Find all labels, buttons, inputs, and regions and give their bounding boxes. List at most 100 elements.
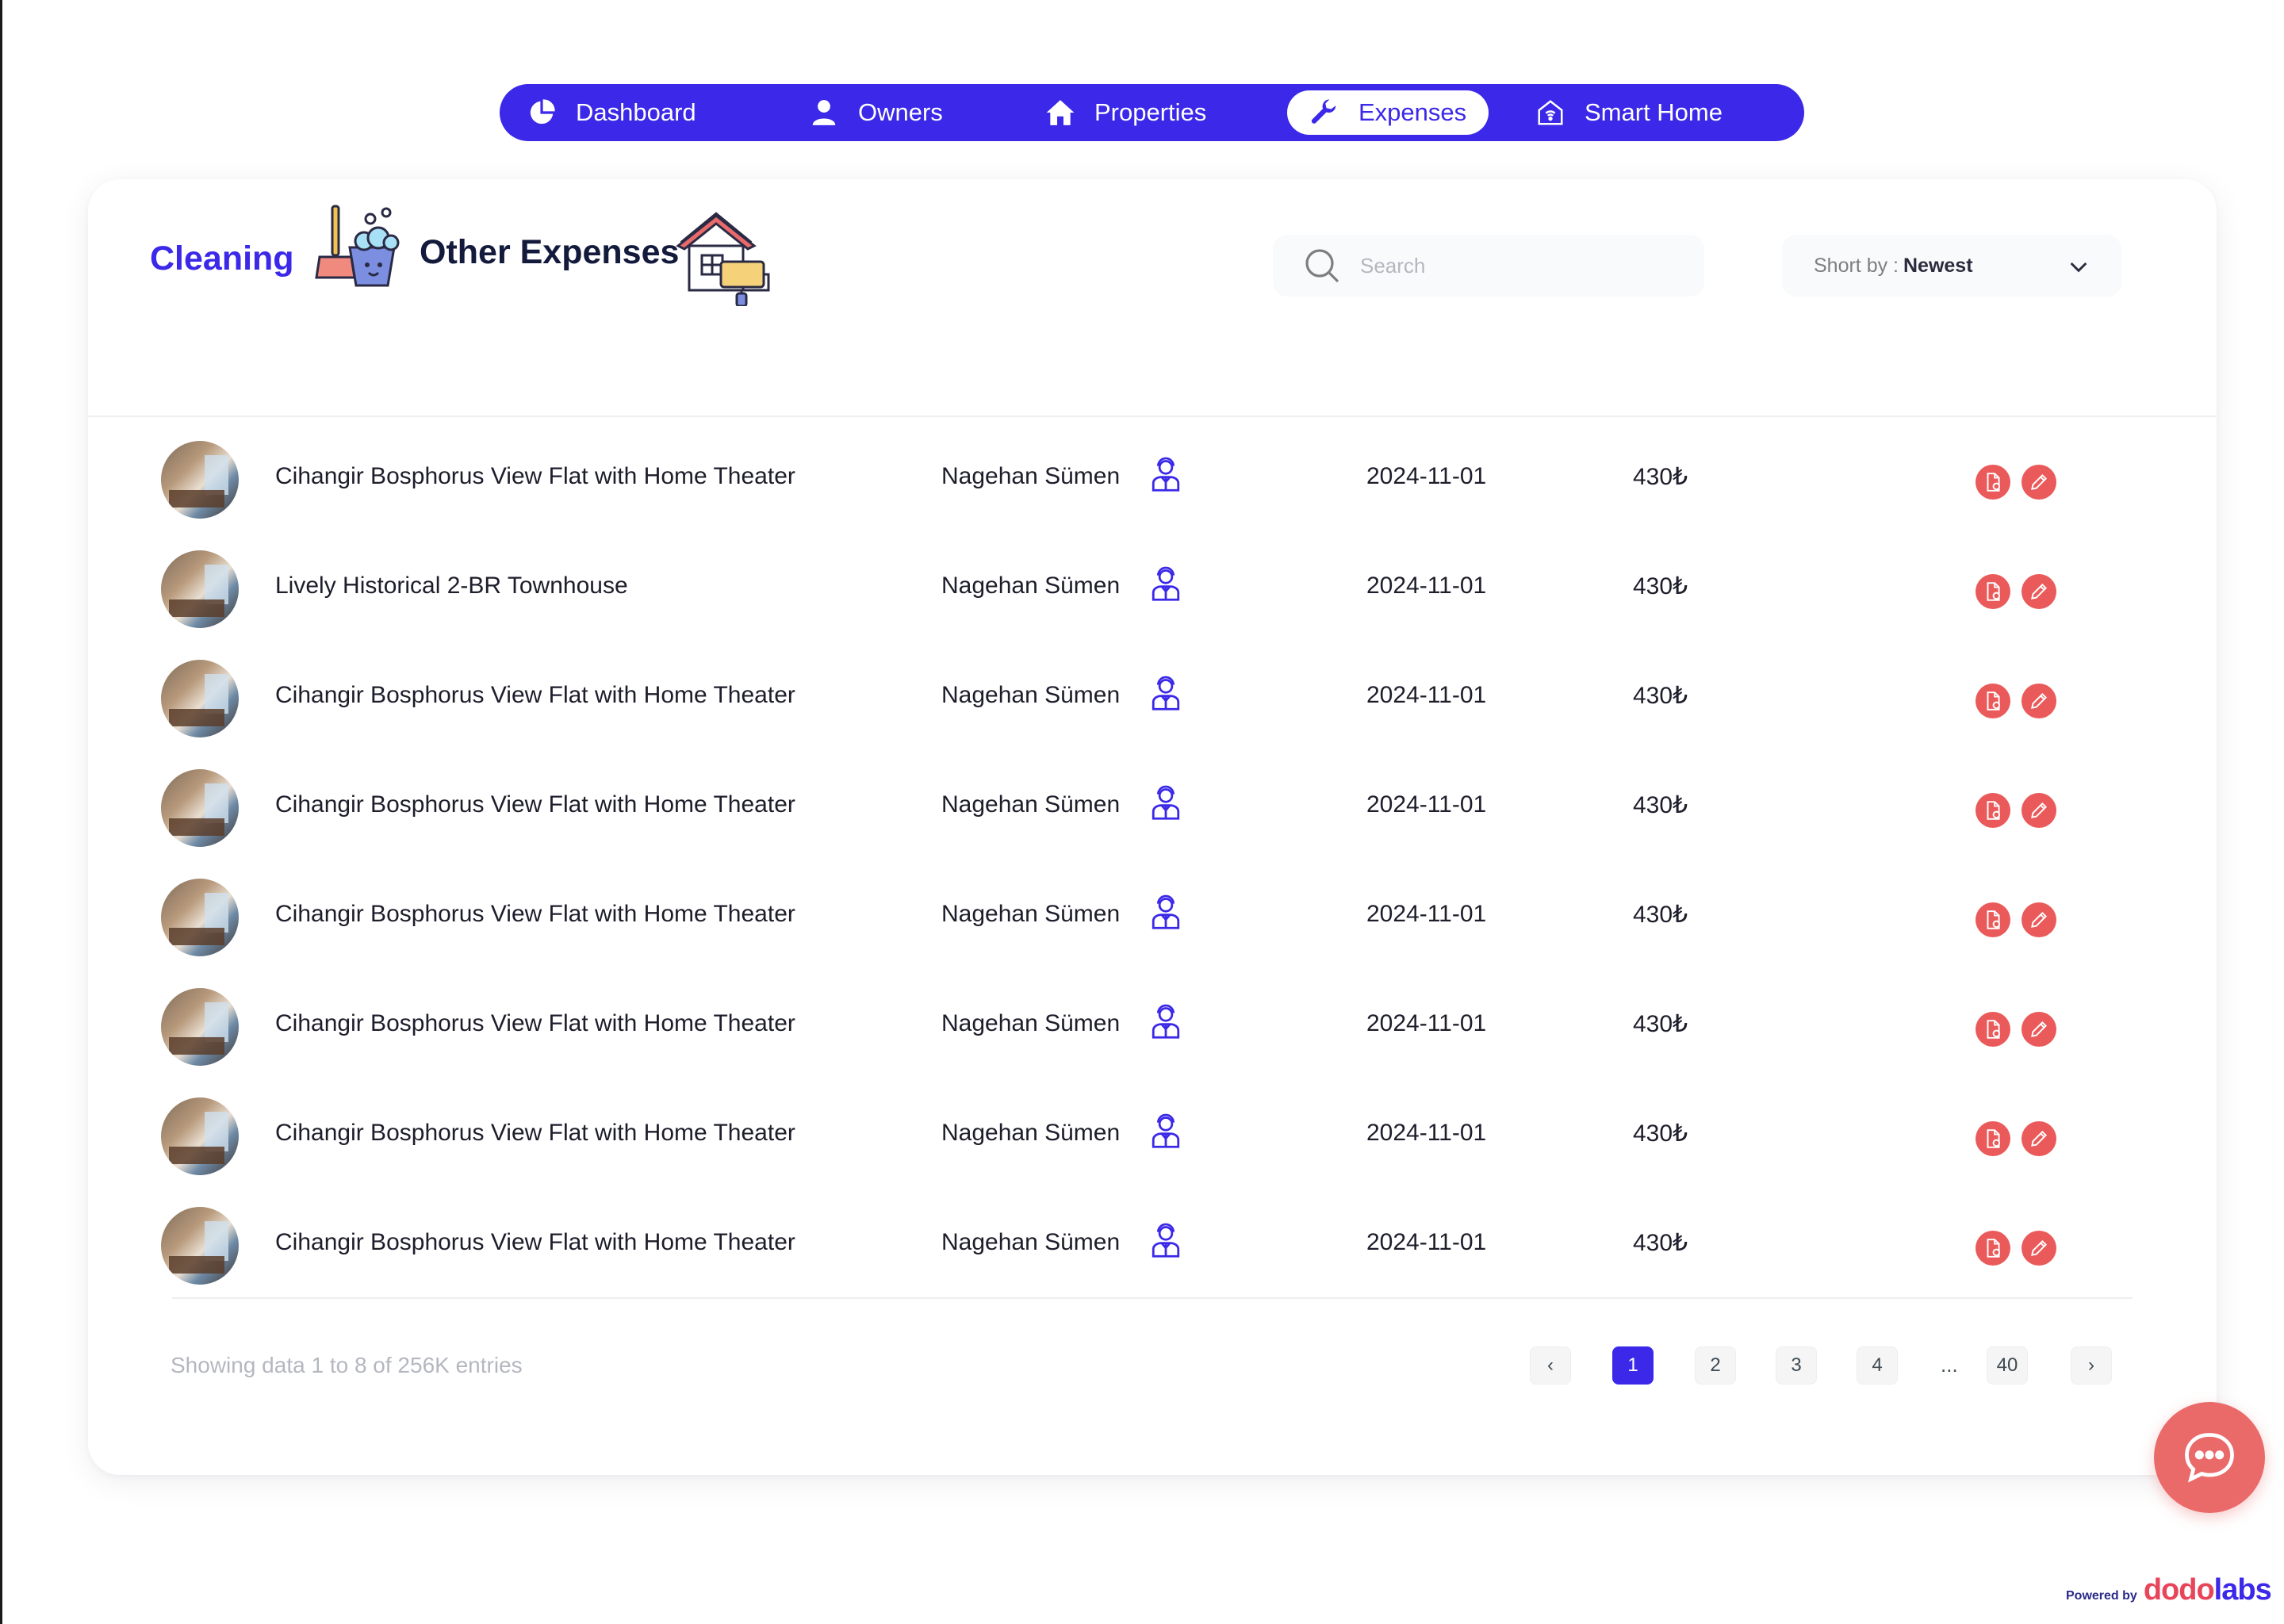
property-name[interactable]: Cihangir Bosphorus View Flat with Home T… [275, 1120, 795, 1147]
pagination-ellipsis: ... [1941, 1353, 1958, 1377]
owner-agent-icon [1152, 566, 1180, 601]
edit-button[interactable] [2021, 1012, 2056, 1047]
expense-date: 2024-11-01 [1366, 901, 1487, 927]
tab-other-expenses[interactable]: Other Expenses [420, 233, 679, 272]
wrench-icon [1311, 99, 1336, 124]
home-icon [1046, 100, 1075, 125]
owner-name: Nagehan Sümen [941, 1229, 1121, 1255]
table-row[interactable]: Cihangir Bosphorus View Flat with Home T… [88, 436, 2217, 523]
pencil-icon [2031, 692, 2048, 709]
nav-item-properties[interactable]: Properties [1023, 90, 1228, 135]
powered-by: Powered by dodolabs [2066, 1573, 2272, 1607]
pdf-button[interactable] [1976, 1121, 2010, 1156]
property-name[interactable]: Cihangir Bosphorus View Flat with Home T… [275, 682, 795, 709]
chat-bubble-icon [2185, 1433, 2234, 1483]
pencil-icon [2031, 473, 2048, 490]
owner-agent-icon [1152, 785, 1180, 820]
pagination-page-last[interactable]: 40 [1987, 1346, 2028, 1385]
pdf-button[interactable] [1976, 465, 2010, 500]
property-name[interactable]: Cihangir Bosphorus View Flat with Home T… [275, 1010, 795, 1037]
expense-amount: 430₺ [1633, 1230, 1688, 1256]
expense-amount: 430₺ [1633, 1011, 1688, 1037]
expense-date: 2024-11-01 [1366, 1010, 1487, 1036]
expense-date: 2024-11-01 [1366, 1229, 1487, 1255]
owner-name: Nagehan Sümen [941, 791, 1121, 818]
user-icon [812, 100, 836, 125]
pie-chart-icon [530, 99, 555, 124]
owner-name: Nagehan Sümen [941, 1010, 1121, 1036]
pagination-page-2[interactable]: 2 [1695, 1346, 1736, 1385]
pagination-page-1[interactable]: 1 [1612, 1346, 1654, 1385]
nav-item-dashboard[interactable]: Dashboard [504, 90, 719, 135]
edit-button[interactable] [2021, 465, 2056, 500]
owner-name: Nagehan Sümen [941, 901, 1121, 927]
property-thumbnail [161, 879, 239, 956]
pdf-file-icon [1987, 801, 2001, 820]
brand-logo[interactable]: dodolabs [2143, 1573, 2272, 1607]
owner-name: Nagehan Sümen [941, 682, 1121, 708]
pdf-button[interactable] [1976, 1012, 2010, 1047]
property-name[interactable]: Cihangir Bosphorus View Flat with Home T… [275, 901, 795, 928]
chat-button[interactable] [2154, 1402, 2265, 1513]
owner-name: Nagehan Sümen [941, 573, 1121, 599]
nav-item-smart-home[interactable]: Smart Home [1513, 90, 1745, 135]
brand-part-a: dodo [2143, 1573, 2215, 1607]
table-row[interactable]: Cihangir Bosphorus View Flat with Home T… [88, 874, 2217, 961]
nav-item-label: Smart Home [1585, 98, 1723, 126]
main-nav: Dashboard Owners Properties Expenses Sma… [500, 84, 1804, 141]
expense-amount: 430₺ [1633, 573, 1688, 599]
pdf-file-icon [1987, 1129, 2001, 1148]
pagination-page-3[interactable]: 3 [1776, 1346, 1817, 1385]
pdf-file-icon [1987, 910, 2001, 929]
expense-date: 2024-11-01 [1366, 791, 1487, 818]
table-row[interactable]: Lively Historical 2-BR Townhouse Nagehan … [88, 546, 2217, 633]
pagination-next-button[interactable]: › [2071, 1346, 2112, 1385]
search-box[interactable] [1273, 235, 1704, 297]
edit-button[interactable] [2021, 793, 2056, 828]
expense-date: 2024-11-01 [1366, 573, 1487, 599]
edit-button[interactable] [2021, 1121, 2056, 1156]
table-divider [172, 1297, 2133, 1299]
edit-button[interactable] [2021, 684, 2056, 718]
nav-item-owners[interactable]: Owners [787, 90, 965, 135]
owner-agent-icon [1152, 1004, 1180, 1039]
property-name[interactable]: Cihangir Bosphorus View Flat with Home T… [275, 791, 795, 818]
owner-agent-icon [1152, 676, 1180, 710]
table-row[interactable]: Cihangir Bosphorus View Flat with Home T… [88, 1093, 2217, 1180]
nav-item-label: Properties [1094, 98, 1207, 126]
expense-amount: 430₺ [1633, 683, 1688, 709]
nav-item-label: Dashboard [576, 98, 696, 126]
search-input[interactable] [1360, 253, 1677, 278]
nav-item-expenses[interactable]: Expenses [1287, 90, 1489, 135]
pdf-button[interactable] [1976, 684, 2010, 718]
table-row[interactable]: Cihangir Bosphorus View Flat with Home T… [88, 1202, 2217, 1289]
pagination-prev-button[interactable]: ‹ [1530, 1346, 1571, 1385]
sort-dropdown[interactable]: Short by : Newest [1782, 235, 2121, 297]
tab-cleaning[interactable]: Cleaning [150, 239, 294, 278]
property-name[interactable]: Cihangir Bosphorus View Flat with Home T… [275, 1229, 795, 1256]
pdf-button[interactable] [1976, 1231, 2010, 1266]
pdf-button[interactable] [1976, 902, 2010, 937]
table-row[interactable]: Cihangir Bosphorus View Flat with Home T… [88, 764, 2217, 852]
pagination-page-4[interactable]: 4 [1857, 1346, 1898, 1385]
header-divider [88, 416, 2217, 417]
pdf-file-icon [1987, 691, 2001, 710]
pdf-file-icon [1987, 1020, 2001, 1039]
edit-button[interactable] [2021, 1231, 2056, 1266]
expense-amount: 430₺ [1633, 1120, 1688, 1147]
pdf-file-icon [1987, 1239, 2001, 1258]
smart-home-icon [1538, 100, 1563, 125]
pdf-button[interactable] [1976, 793, 2010, 828]
property-name[interactable]: Cihangir Bosphorus View Flat with Home T… [275, 463, 795, 490]
table-row[interactable]: Cihangir Bosphorus View Flat with Home T… [88, 983, 2217, 1071]
expense-date: 2024-11-01 [1366, 1120, 1487, 1146]
pencil-icon [2031, 583, 2048, 599]
house-paint-icon [676, 212, 770, 306]
edit-button[interactable] [2021, 902, 2056, 937]
edit-button[interactable] [2021, 574, 2056, 609]
pdf-button[interactable] [1976, 574, 2010, 609]
property-name[interactable]: Lively Historical 2-BR Townhouse [275, 573, 628, 599]
pdf-file-icon [1987, 582, 2001, 601]
table-row[interactable]: Cihangir Bosphorus View Flat with Home T… [88, 655, 2217, 742]
cleaning-bucket-icon [315, 205, 400, 287]
